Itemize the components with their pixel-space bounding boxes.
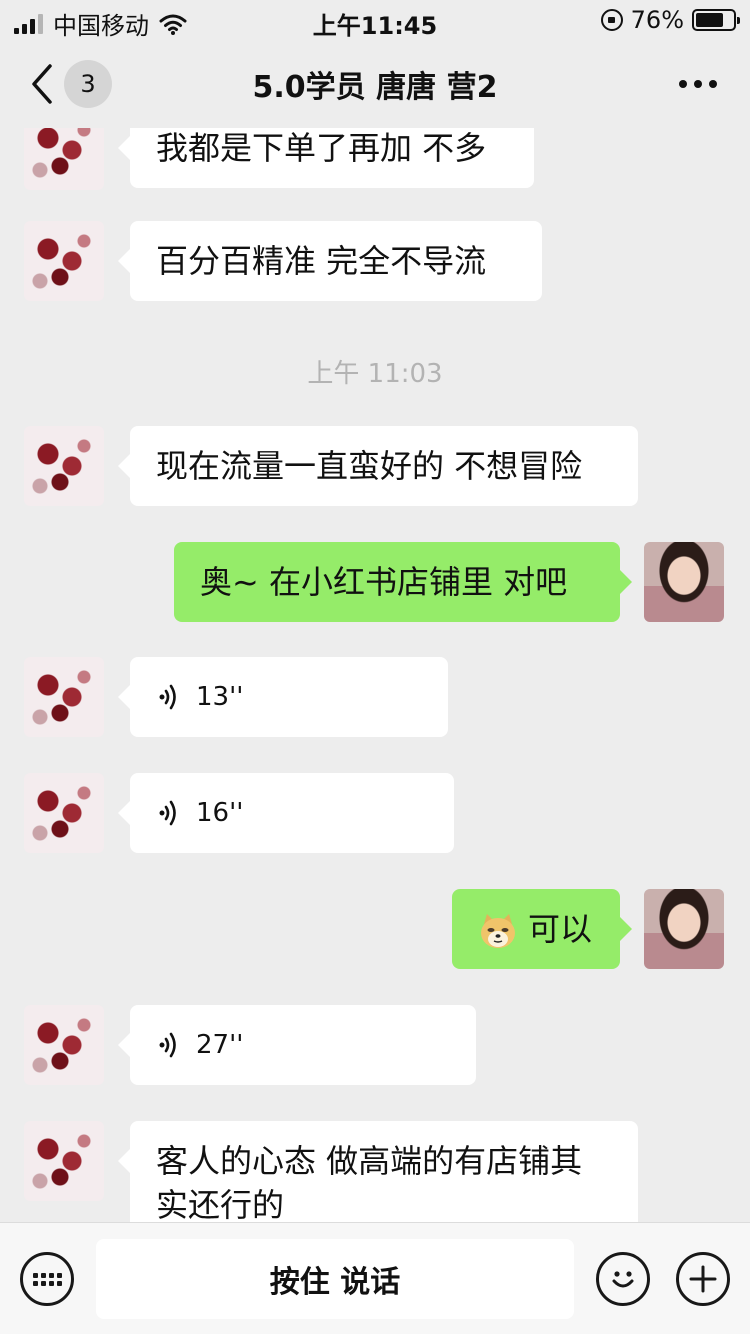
voice-wave-icon — [159, 800, 176, 826]
chat-input-bar: 按住 说话 — [0, 1222, 750, 1334]
voice-duration: 13'' — [196, 682, 244, 712]
my-avatar[interactable] — [644, 542, 724, 622]
orientation-lock-icon — [600, 9, 623, 31]
voice-message: 13'' — [156, 675, 422, 719]
message-text: 客人的心态 做高端的有店铺其实还行的 — [156, 1142, 583, 1222]
message-text: 百分百精准 完全不导流 — [156, 242, 487, 280]
voice-message-bubble[interactable]: 27'' — [118, 1005, 476, 1085]
message-text: 可以 — [528, 910, 593, 948]
voice-message: 27'' — [156, 1023, 450, 1067]
contact-avatar[interactable] — [24, 128, 104, 190]
status-bar: 中国移动 上午11:45 76% — [0, 0, 750, 40]
contact-avatar[interactable] — [24, 657, 104, 737]
more-dot — [694, 80, 702, 88]
battery-fill — [696, 13, 724, 27]
message-bubble-outgoing[interactable]: 奥~ 在小红书店铺里 对吧 — [174, 542, 632, 622]
doge-emoji-icon — [481, 914, 515, 948]
message-text: 我都是下单了再加 不多 — [156, 129, 487, 167]
status-right: 76% — [600, 6, 740, 34]
keyboard-icon — [32, 1272, 62, 1286]
plus-icon — [689, 1265, 717, 1293]
more-dot — [679, 80, 687, 88]
contact-avatar[interactable] — [24, 1005, 104, 1085]
chat-title: 5.0学员 唐唐 营2 — [252, 70, 498, 105]
contact-avatar[interactable] — [24, 773, 104, 853]
voice-duration: 16'' — [196, 798, 244, 828]
contact-avatar[interactable] — [24, 426, 104, 506]
chat-message-list[interactable]: 我都是下单了再加 不多 百分百精准 完全不导流 上午 11:03 现在流量一直蛮… — [0, 128, 750, 1222]
voice-duration: 27'' — [196, 1030, 244, 1060]
voice-message: 16'' — [156, 791, 428, 835]
message-bubble[interactable]: 我都是下单了再加 不多 — [118, 128, 534, 188]
message-bubble-outgoing[interactable]: 可以 — [452, 889, 632, 969]
my-avatar[interactable] — [644, 889, 724, 969]
more-functions-button[interactable] — [676, 1252, 730, 1306]
message-bubble[interactable]: 现在流量一直蛮好的 不想冒险 — [118, 426, 638, 506]
contact-avatar[interactable] — [24, 221, 104, 301]
more-dot — [709, 80, 717, 88]
emoji-button[interactable] — [596, 1252, 650, 1306]
message-text: 奥~ 在小红书店铺里 对吧 — [200, 563, 568, 601]
message-timestamp: 上午 11:03 — [307, 359, 443, 389]
message-bubble[interactable]: 百分百精准 完全不导流 — [118, 221, 542, 301]
voice-message-bubble[interactable]: 16'' — [118, 773, 454, 853]
contact-avatar[interactable] — [24, 1121, 104, 1201]
voice-message-bubble[interactable]: 13'' — [118, 657, 448, 737]
keyboard-toggle-button[interactable] — [20, 1252, 74, 1306]
voice-wave-icon — [159, 684, 176, 710]
emoji-icon — [612, 1271, 634, 1288]
more-options-button[interactable] — [676, 70, 720, 98]
voice-wave-icon — [159, 1032, 176, 1058]
nav-bar: 3 5.0学员 唐唐 营2 — [0, 40, 750, 128]
battery-icon — [692, 9, 740, 31]
hold-to-talk-button[interactable]: 按住 说话 — [96, 1239, 574, 1319]
battery-percent: 76% — [630, 6, 684, 34]
message-text: 现在流量一直蛮好的 不想冒险 — [156, 447, 583, 485]
message-bubble[interactable]: 客人的心态 做高端的有店铺其实还行的 — [118, 1121, 638, 1222]
